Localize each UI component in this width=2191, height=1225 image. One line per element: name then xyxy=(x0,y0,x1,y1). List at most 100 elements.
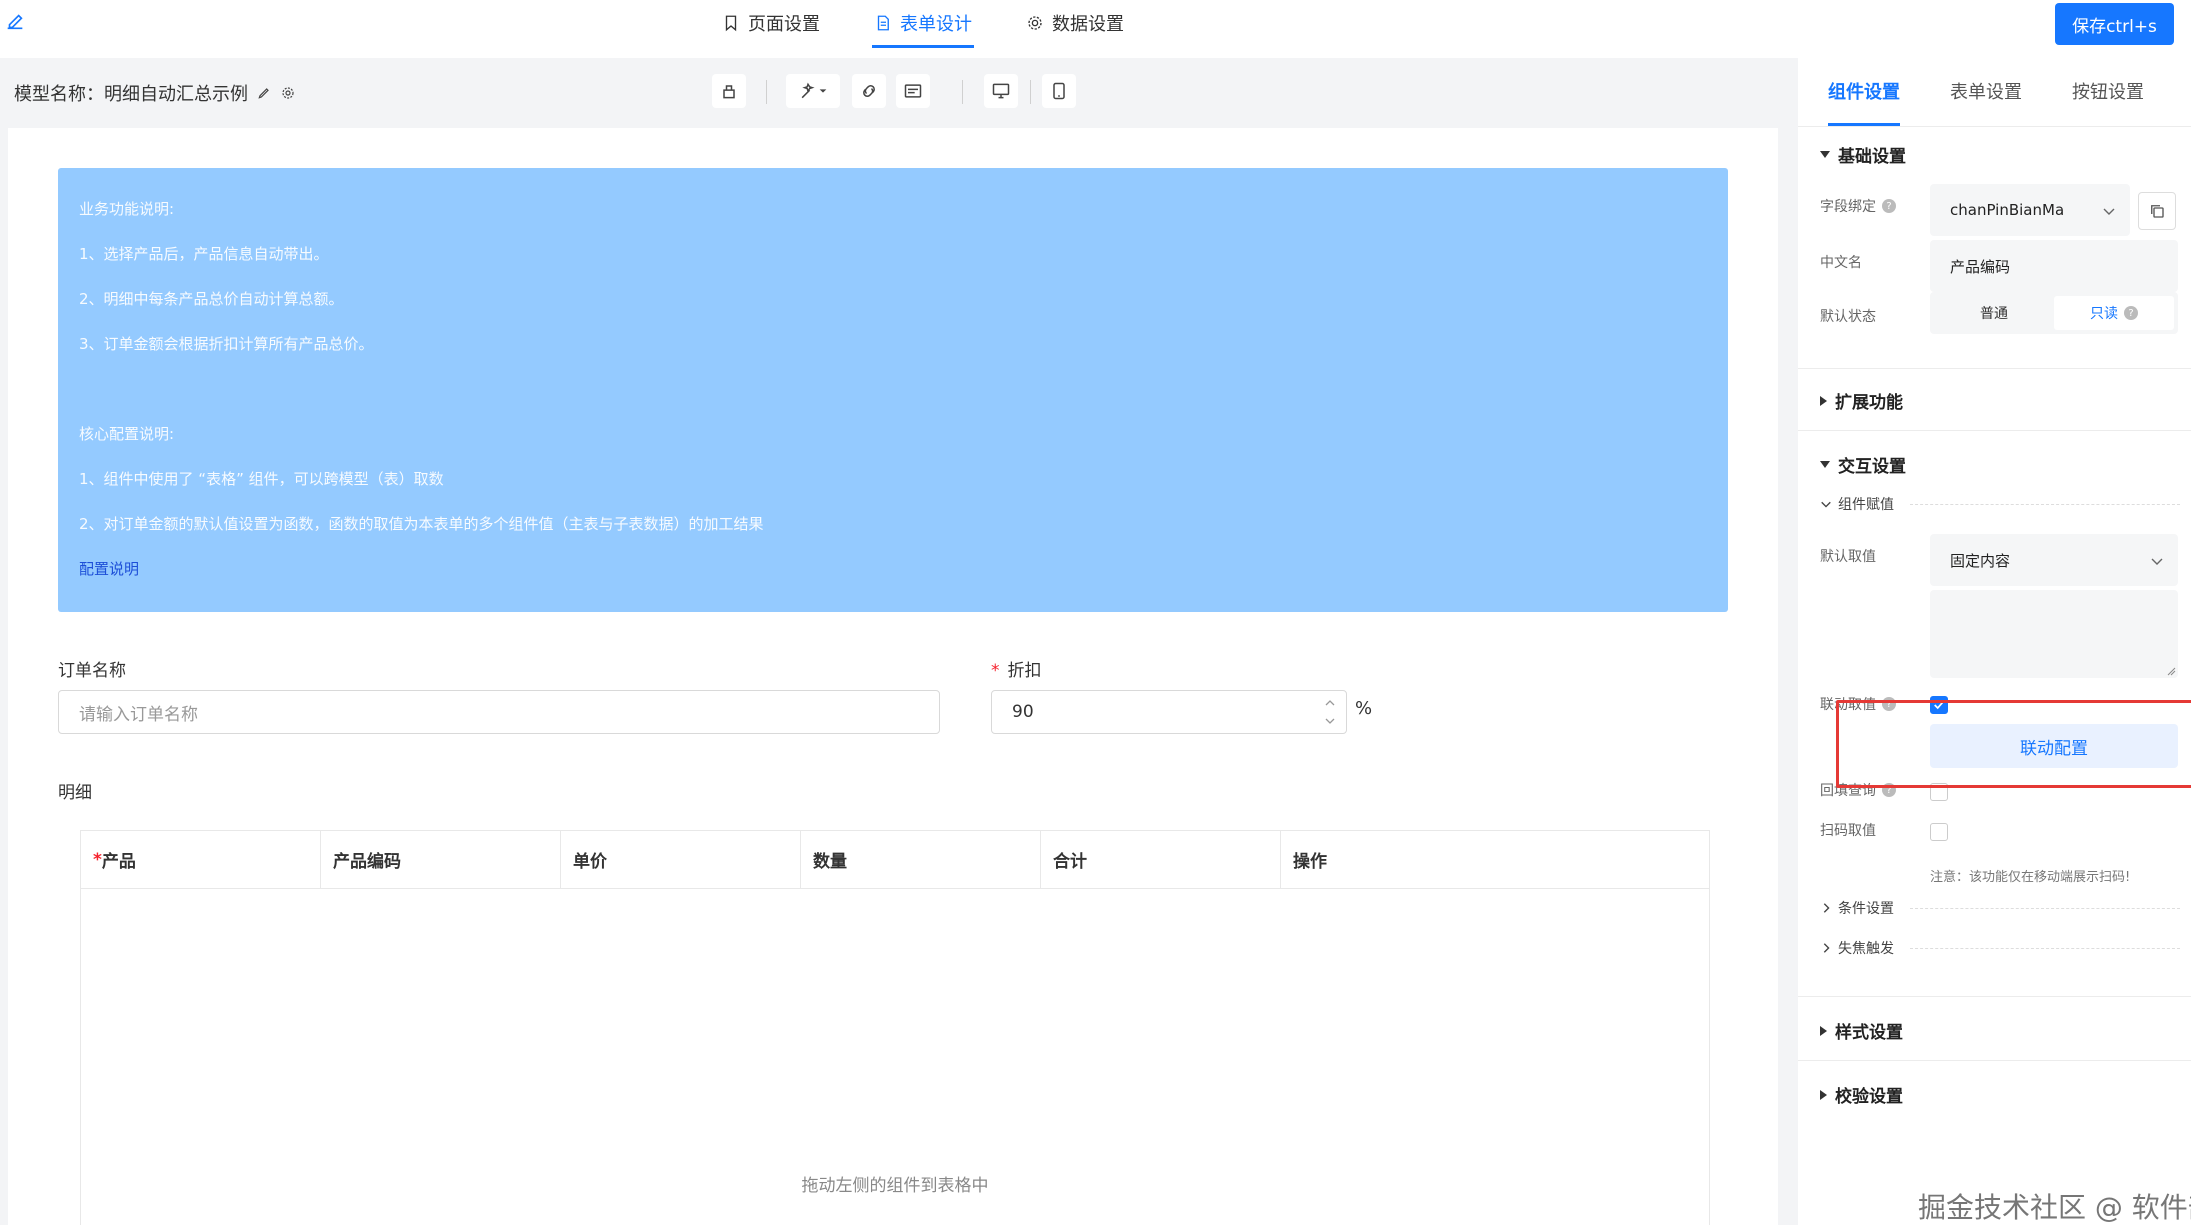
required-mark: * xyxy=(93,849,102,870)
tab-form-design[interactable]: 表单设计 xyxy=(872,0,974,48)
chevron-right-icon xyxy=(1823,943,1830,953)
chevron-down-icon[interactable] xyxy=(1324,715,1336,727)
discount-label: * 折扣 xyxy=(991,656,1042,681)
section-title: 基础设置 xyxy=(1838,147,1906,167)
required-mark: * xyxy=(991,661,1000,681)
section-title: 交互设置 xyxy=(1838,457,1906,477)
canvas-toolbar: 模型名称：明细自动汇总示例 xyxy=(0,58,1790,128)
config-link[interactable]: 配置说明 xyxy=(79,558,139,579)
help-icon[interactable]: ? xyxy=(1882,199,1896,213)
chevron-down-icon xyxy=(2151,558,2163,565)
subsection-title: 失焦触发 xyxy=(1838,941,1894,957)
save-button[interactable]: 保存ctrl+s xyxy=(2055,3,2174,45)
subsection-title: 组件赋值 xyxy=(1838,497,1894,513)
copy-button[interactable] xyxy=(2138,192,2176,230)
resize-handle-icon[interactable] xyxy=(2166,666,2176,676)
clear-button[interactable] xyxy=(712,74,746,108)
subsection-blur[interactable]: 失焦触发 xyxy=(1820,938,1894,958)
cn-name-input[interactable]: 产品编码 xyxy=(1930,240,2178,292)
info-box[interactable]: 业务功能说明: 1、选择产品后，产品信息自动带出。 2、明细中每条产品总价自动计… xyxy=(58,168,1728,612)
dashed-divider xyxy=(1910,908,2180,909)
state-option-readonly[interactable]: 只读? xyxy=(2054,296,2174,330)
table-header: * 产品 产品编码 单价 数量 合计 操作 xyxy=(81,831,1709,889)
default-value-textarea[interactable] xyxy=(1930,590,2178,678)
state-option-normal[interactable]: 普通 xyxy=(1934,296,2054,330)
order-name-label: 订单名称 xyxy=(58,661,126,681)
section-basic[interactable]: 基础设置 xyxy=(1820,142,1906,167)
discount-input[interactable]: 90 xyxy=(991,690,1347,734)
info-line: 1、选择产品后，产品信息自动带出。 xyxy=(79,245,329,263)
scan-note: 注意：该功能仅在移动端展示扫码! xyxy=(1930,870,2131,885)
subsection-condition[interactable]: 条件设置 xyxy=(1820,898,1894,918)
state-segmented[interactable]: 普通 只读? xyxy=(1930,292,2178,334)
field-bind-select[interactable]: chanPinBianMa xyxy=(1930,184,2130,236)
mobile-icon xyxy=(1053,82,1065,100)
model-name-text: 模型名称：明细自动汇总示例 xyxy=(14,84,248,105)
desktop-icon xyxy=(992,83,1010,99)
info-line: 3、订单金额会根据折扣计算所有产品总价。 xyxy=(79,335,374,353)
tab-button-settings[interactable]: 按钮设置 xyxy=(2072,58,2144,126)
settings-icon[interactable] xyxy=(280,85,296,101)
tab-page-settings[interactable]: 页面设置 xyxy=(720,0,822,48)
properties-panel: 组件设置 表单设置 按钮设置 基础设置 字段绑定? chanPinBianMa … xyxy=(1798,58,2191,1225)
section-title: 样式设置 xyxy=(1835,1023,1903,1043)
divider xyxy=(1798,126,2191,127)
order-name-input[interactable]: 请输入订单名称 xyxy=(58,690,940,734)
link-icon xyxy=(863,85,875,97)
divider xyxy=(1798,368,2191,369)
mobile-view-button[interactable] xyxy=(1042,74,1076,108)
detail-table[interactable]: * 产品 产品编码 单价 数量 合计 操作 拖动左侧的组件到表格中 xyxy=(80,830,1710,1225)
column-header-code: 产品编码 xyxy=(321,831,561,888)
divider xyxy=(1798,1060,2191,1061)
column-header-product: * 产品 xyxy=(81,831,321,888)
number-stepper[interactable] xyxy=(1314,691,1346,733)
option-label: 只读 xyxy=(2090,306,2118,322)
preview-button[interactable] xyxy=(896,74,930,108)
column-header-quantity: 数量 xyxy=(801,831,1041,888)
caret-down-icon xyxy=(819,89,827,93)
scan-label: 扫码取值 xyxy=(1820,823,1876,839)
scan-checkbox[interactable] xyxy=(1930,823,1948,841)
table-empty-hint: 拖动左侧的组件到表格中 xyxy=(801,1176,989,1196)
brush-icon xyxy=(723,85,735,99)
section-interaction[interactable]: 交互设置 xyxy=(1820,452,1906,477)
model-name: 模型名称：明细自动汇总示例 xyxy=(14,80,296,106)
tab-component-settings[interactable]: 组件设置 xyxy=(1828,58,1900,126)
divider xyxy=(1798,430,2191,431)
chevron-down-icon xyxy=(1821,501,1831,508)
info-line: 1、组件中使用了 “表格” 组件，可以跨模型（表）取数 xyxy=(79,470,444,488)
help-icon[interactable]: ? xyxy=(2124,306,2138,320)
highlight-box xyxy=(1836,700,2191,788)
preview-icon xyxy=(904,84,922,98)
section-validate[interactable]: 校验设置 xyxy=(1820,1082,1903,1107)
toolbar-divider xyxy=(962,80,963,104)
column-label: 产品 xyxy=(101,852,136,872)
section-title: 校验设置 xyxy=(1835,1087,1903,1107)
default-value-select[interactable]: 固定内容 xyxy=(1930,534,2178,586)
link-button[interactable] xyxy=(852,74,886,108)
chevron-right-icon xyxy=(1823,903,1830,913)
gear-icon xyxy=(1028,15,1042,30)
dashed-divider xyxy=(1910,504,2180,505)
tab-form-settings[interactable]: 表单设置 xyxy=(1950,58,2022,126)
edit-icon[interactable] xyxy=(256,85,272,101)
toolbar-divider xyxy=(766,80,767,104)
tab-label: 表单设计 xyxy=(900,13,972,35)
detail-label: 明细 xyxy=(58,783,92,803)
top-bar: 页面设置 表单设计 数据设置 保存ctrl+s xyxy=(0,0,2191,58)
tab-data-settings[interactable]: 数据设置 xyxy=(1024,0,1126,48)
label-text: 字段绑定 xyxy=(1820,199,1876,215)
field-bind-value: chanPinBianMa xyxy=(1950,201,2065,219)
column-header-actions: 操作 xyxy=(1293,852,1327,872)
column-header-total: 合计 xyxy=(1041,831,1281,888)
section-style[interactable]: 样式设置 xyxy=(1820,1018,1903,1043)
field-bind-label: 字段绑定? xyxy=(1820,196,1896,216)
info-line: 业务功能说明: xyxy=(79,200,175,218)
form-canvas: 业务功能说明: 1、选择产品后，产品信息自动带出。 2、明细中每条产品总价自动计… xyxy=(8,128,1778,1225)
section-extend[interactable]: 扩展功能 xyxy=(1820,388,1903,413)
magic-dropdown[interactable] xyxy=(786,74,840,108)
subsection-assign[interactable]: 组件赋值 xyxy=(1820,494,1894,514)
desktop-view-button[interactable] xyxy=(984,74,1018,108)
pencil-icon[interactable] xyxy=(4,10,26,32)
chevron-up-icon[interactable] xyxy=(1324,697,1336,709)
